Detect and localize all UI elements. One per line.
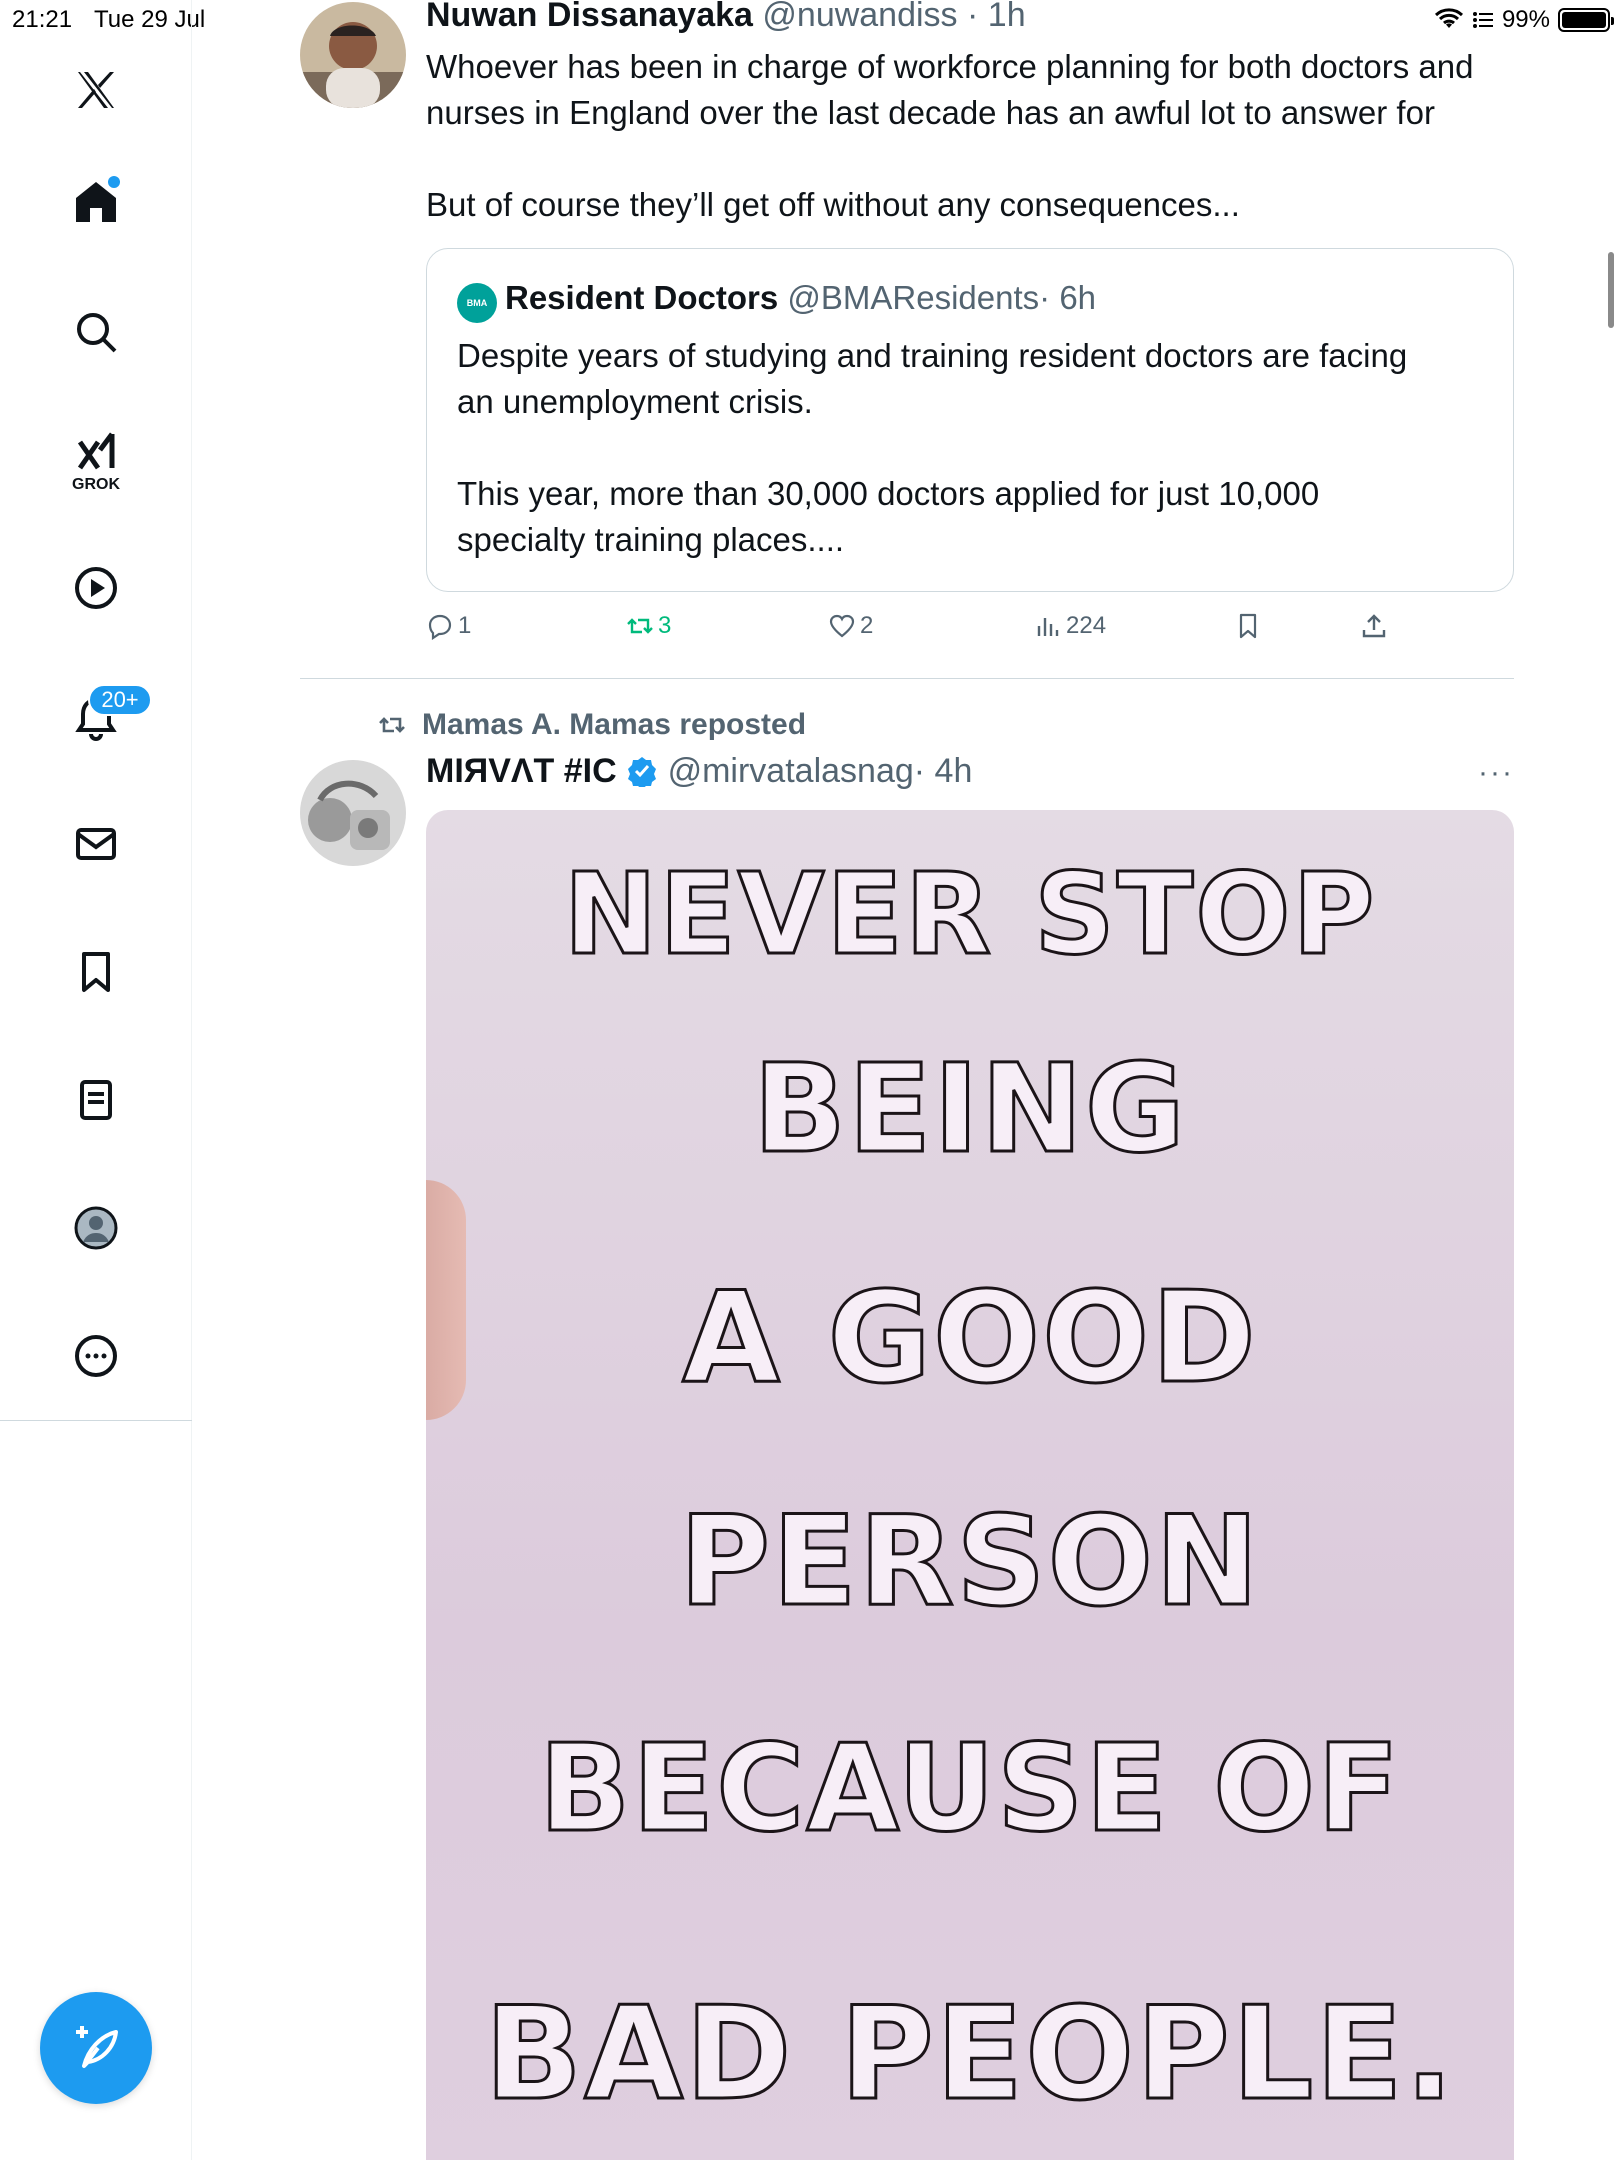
author-handle[interactable]: @mirvatalasnag: [668, 752, 914, 790]
bookmark-action-button[interactable]: [1234, 612, 1262, 640]
quoted-time: · 6h: [1039, 279, 1097, 316]
tweet-text-line: But of course they’ll get off without an…: [426, 186, 1240, 223]
image-text-line: PERSON: [678, 1489, 1261, 1636]
avatar[interactable]: [300, 2, 406, 108]
reply-icon: [428, 614, 452, 640]
quoted-text-line: Despite years of studying and training r…: [457, 337, 1408, 374]
reply-button[interactable]: 1: [426, 612, 471, 640]
repost-indicator[interactable]: Mamas A. Mamas reposted: [376, 708, 806, 742]
repost-icon: [627, 618, 653, 634]
quoted-text-line: specialty training places....: [457, 521, 845, 558]
repost-count: 3: [658, 612, 672, 639]
tweet-separator: [300, 678, 1514, 679]
status-right: 99%: [1434, 6, 1614, 34]
battery-percent: 99%: [1501, 6, 1550, 33]
tweet-time[interactable]: · 1h: [967, 0, 1026, 34]
more-icon[interactable]: [66, 1326, 126, 1386]
like-button[interactable]: 2: [828, 612, 873, 640]
tweet-text: Whoever has been in charge of workforce …: [426, 44, 1516, 228]
mail-icon[interactable]: [66, 814, 126, 874]
x-logo-icon[interactable]: [66, 60, 126, 120]
image-text-line: A GOOD: [681, 1263, 1258, 1413]
video-icon[interactable]: [66, 558, 126, 618]
home-notification-dot: [108, 176, 120, 188]
compose-icon: [76, 2026, 118, 2068]
image-text-line: BAD PEOPLE.: [483, 1979, 1456, 2131]
quoted-header: Resident Doctors @BMAResidents· 6h: [505, 279, 1096, 317]
repost-button[interactable]: 3: [626, 612, 671, 640]
author-name[interactable]: Nuwan Dissanayaka: [426, 0, 753, 34]
view-count: 224: [1066, 612, 1107, 639]
list-status-icon: [1472, 12, 1493, 28]
author-name[interactable]: MIЯVΛT #IC: [426, 752, 617, 790]
tweet-time[interactable]: · 4h: [914, 752, 973, 790]
quoted-tweet[interactable]: BMA Resident Doctors @BMAResidents· 6h D…: [426, 248, 1514, 592]
image-text-line: NEVER STOP: [562, 849, 1377, 982]
grok-icon[interactable]: [66, 422, 126, 482]
reply-count: 1: [458, 612, 472, 639]
sidebar-divider: [0, 1420, 192, 1421]
compose-button[interactable]: [40, 1992, 152, 2104]
tweet-text-line: Whoever has been in charge of workforce …: [426, 48, 1474, 85]
quoted-text: Despite years of studying and training r…: [457, 333, 1487, 563]
notification-badge: 20+: [88, 684, 152, 716]
tweet-header: MIЯVΛT #IC @mirvatalasnag· 4h: [426, 752, 972, 791]
verified-badge-icon: [628, 757, 657, 787]
like-count: 2: [860, 612, 874, 639]
battery-icon: [1558, 8, 1614, 32]
image-text-line: BEING: [752, 1037, 1187, 1182]
image-text-line: BECAUSE OF: [537, 1719, 1402, 1861]
tweet-actions: 1 3 2 224: [426, 612, 1426, 652]
tweet-header: Nuwan Dissanayaka @nuwandiss · 1h: [426, 0, 1026, 35]
wifi-icon: [1434, 8, 1463, 28]
repost-label: Mamas A. Mamas reposted: [422, 708, 807, 741]
quoted-author-name: Resident Doctors: [505, 279, 779, 316]
more-options-button[interactable]: ···: [1478, 756, 1514, 790]
list-icon[interactable]: [66, 1070, 126, 1130]
scrollbar[interactable]: [1608, 252, 1614, 328]
quoted-text-line: This year, more than 30,000 doctors appl…: [457, 475, 1320, 512]
bookmark-icon[interactable]: [66, 942, 126, 1002]
views-button[interactable]: 224: [1034, 612, 1106, 640]
quoted-text-line: an unemployment crisis.: [457, 383, 813, 420]
share-button[interactable]: [1360, 612, 1388, 640]
author-handle[interactable]: @nuwandiss: [762, 0, 957, 34]
quoted-avatar: BMA: [457, 283, 497, 323]
home-icon[interactable]: [66, 172, 126, 232]
grok-label: GROK: [72, 476, 120, 493]
heart-icon: [829, 614, 855, 638]
profile-icon[interactable]: [66, 1198, 126, 1258]
views-icon: [1037, 618, 1059, 636]
sidebar: GROK 20+: [0, 0, 192, 2160]
repost-icon: [379, 717, 405, 733]
search-icon[interactable]: [66, 302, 126, 362]
tweet-image[interactable]: NEVER STOP BEING A GOOD PERSON BECAUSE O…: [426, 810, 1514, 2160]
share-icon: [1362, 614, 1386, 638]
avatar[interactable]: [300, 760, 406, 866]
bookmark-icon: [1239, 613, 1257, 639]
tweet-text-line: nurses in England over the last decade h…: [426, 94, 1435, 131]
quoted-author-handle: @BMAResidents: [787, 279, 1040, 316]
